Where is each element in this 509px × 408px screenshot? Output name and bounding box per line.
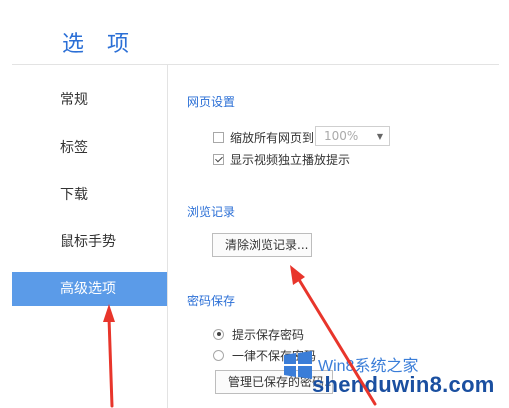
section-title-password: 密码保存 xyxy=(187,294,236,308)
sidebar: 常规 标签 下载 鼠标手势 高级选项 xyxy=(12,65,167,408)
zoom-all-row: 缩放所有网页到 xyxy=(213,128,314,146)
section-title-history: 浏览记录 xyxy=(187,205,236,219)
never-save-radio[interactable] xyxy=(213,349,224,361)
zoom-level-select[interactable]: 100% ▼ xyxy=(315,126,390,146)
prompt-save-row: 提示保存密码 xyxy=(213,325,304,343)
sidebar-item-download[interactable]: 下载 xyxy=(12,178,167,212)
video-tip-row: 显示视频独立播放提示 xyxy=(213,150,350,168)
clear-history-button[interactable]: 清除浏览记录... xyxy=(212,233,312,257)
zoom-all-checkbox[interactable] xyxy=(213,131,224,143)
prompt-save-label: 提示保存密码 xyxy=(232,327,305,342)
zoom-level-value: 100% xyxy=(324,129,359,143)
watermark: Win8系统之家 shenduwin8.com xyxy=(282,350,507,406)
video-tip-label: 显示视频独立播放提示 xyxy=(230,152,351,167)
sidebar-item-mouse-gesture[interactable]: 鼠标手势 xyxy=(12,225,167,259)
dropdown-arrow-icon: ▼ xyxy=(376,132,383,141)
zoom-all-label: 缩放所有网页到 xyxy=(230,130,315,145)
prompt-save-radio[interactable] xyxy=(213,328,224,340)
windows-logo-icon xyxy=(284,351,312,379)
section-title-webpage: 网页设置 xyxy=(187,95,236,109)
dialog-title: 选 项 xyxy=(62,32,137,57)
sidebar-item-advanced[interactable]: 高级选项 xyxy=(12,272,167,306)
watermark-url: shenduwin8.com xyxy=(312,372,495,397)
sidebar-item-general[interactable]: 常规 xyxy=(12,83,167,117)
sidebar-item-tabs[interactable]: 标签 xyxy=(12,131,167,165)
arrow-to-clear-history-head xyxy=(290,265,305,285)
sidebar-divider xyxy=(167,65,168,408)
video-tip-checkbox[interactable] xyxy=(213,153,224,165)
